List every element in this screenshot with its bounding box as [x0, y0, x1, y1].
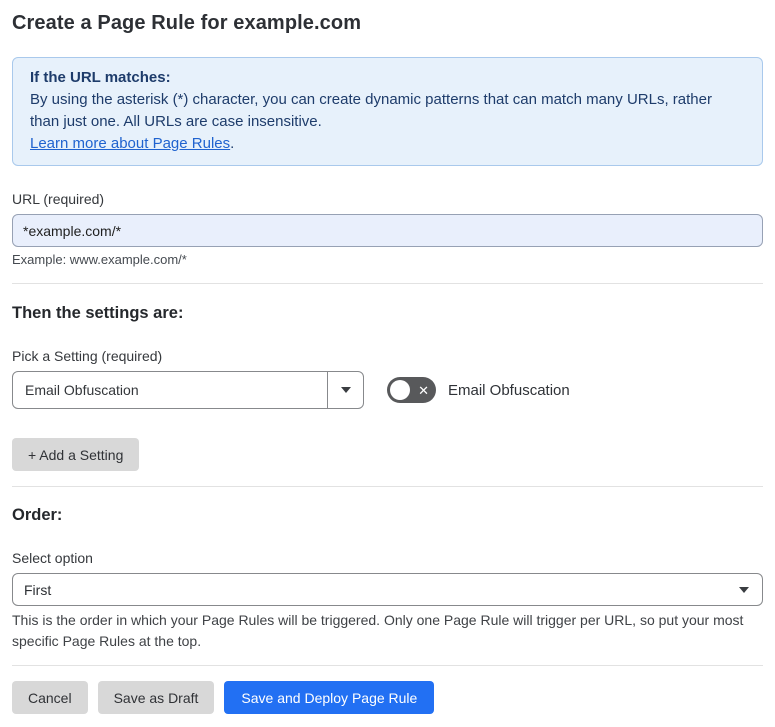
url-example-helper: Example: www.example.com/*	[12, 252, 187, 267]
save-as-draft-button[interactable]: Save as Draft	[97, 681, 215, 714]
email-obfuscation-toggle[interactable]: ✕	[387, 377, 436, 403]
order-select-value: First	[24, 581, 52, 598]
settings-section-heading: Then the settings are:	[12, 304, 184, 322]
info-box-link-line: Learn more about Page Rules.	[30, 133, 745, 155]
add-setting-button[interactable]: + Add a Setting	[12, 438, 140, 471]
toggle-knob	[390, 380, 410, 400]
setting-select-value: Email Obfuscation	[25, 382, 139, 398]
save-and-deploy-button[interactable]: Save and Deploy Page Rule	[224, 681, 435, 714]
footer-actions: Cancel Save as Draft Save and Deploy Pag…	[12, 681, 763, 714]
url-label: URL (required)	[12, 191, 105, 207]
order-section-heading: Order:	[12, 506, 63, 524]
info-box-heading: If the URL matches:	[30, 69, 171, 86]
section-divider	[12, 283, 763, 284]
setting-row: Email Obfuscation ✕ Email Obfuscation	[12, 371, 763, 409]
order-helper-text: This is the order in which your Page Rul…	[12, 612, 744, 649]
email-obfuscation-toggle-group: ✕ Email Obfuscation	[387, 377, 570, 403]
setting-select-arrow-button[interactable]	[327, 372, 363, 408]
setting-select[interactable]: Email Obfuscation	[12, 371, 364, 409]
page-title: Create a Page Rule for example.com	[12, 12, 362, 34]
link-period: .	[230, 135, 235, 152]
info-box-body: By using the asterisk (*) character, you…	[30, 91, 712, 130]
chevron-down-icon	[739, 586, 749, 593]
cancel-button[interactable]: Cancel	[12, 681, 88, 714]
chevron-down-icon	[340, 387, 351, 393]
toggle-label: Email Obfuscation	[448, 381, 570, 399]
toggle-off-x-icon: ✕	[418, 382, 429, 398]
url-match-info-box: If the URL matches: By using the asteris…	[12, 57, 763, 166]
url-input[interactable]	[12, 214, 763, 247]
order-select[interactable]: First	[12, 573, 763, 606]
select-option-label: Select option	[12, 550, 93, 566]
section-divider	[12, 486, 763, 487]
learn-more-link[interactable]: Learn more about Page Rules	[30, 135, 230, 152]
pick-setting-label: Pick a Setting (required)	[12, 348, 163, 364]
create-page-rule-form: Create a Page Rule for example.com If th…	[0, 10, 775, 714]
footer-divider	[12, 665, 763, 666]
